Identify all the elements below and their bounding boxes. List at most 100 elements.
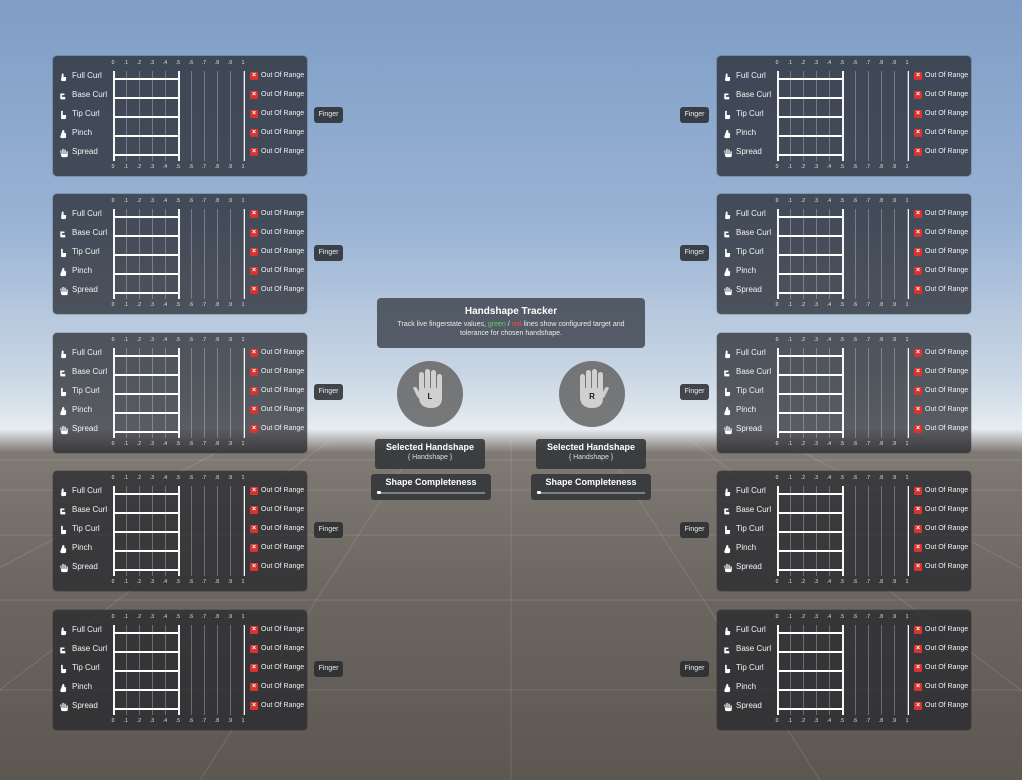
tick-label: .5 bbox=[175, 302, 181, 308]
hand-base-curl-icon bbox=[724, 647, 730, 654]
hand-base-curl-icon bbox=[60, 231, 66, 238]
close-x-icon: × bbox=[914, 626, 922, 634]
tick-label: .5 bbox=[839, 475, 845, 481]
axis-ticks-bottom: 0 .1 .2 .3 .4 .5 .6 .7 .8 .9 1 bbox=[775, 441, 909, 451]
hand-spread-icon bbox=[724, 148, 732, 158]
value-bar bbox=[777, 632, 842, 634]
tick-label: .1 bbox=[123, 614, 129, 620]
tick-label: .2 bbox=[136, 475, 142, 481]
finger-row-full-curl: Full Curl × Out Of Range bbox=[717, 483, 971, 501]
finger-row-pinch: Pinch × Out Of Range bbox=[53, 263, 307, 281]
value-bar bbox=[777, 355, 842, 357]
value-bar bbox=[777, 273, 842, 275]
hand-tip-curl-icon bbox=[725, 248, 731, 258]
row-label: Tip Curl bbox=[72, 386, 100, 395]
close-x-icon: × bbox=[250, 349, 258, 357]
tick-label: 1 bbox=[241, 198, 245, 204]
finger-row-spread: Spread × Out Of Range bbox=[53, 282, 307, 300]
value-bar bbox=[777, 393, 842, 395]
left-finger-button-4[interactable]: Finger bbox=[314, 522, 343, 538]
row-status: Out Of Range bbox=[261, 505, 305, 513]
left-selected-handshape[interactable]: Selected Handshape { Handshape } bbox=[375, 439, 485, 469]
finger-row-pinch: Pinch × Out Of Range bbox=[53, 679, 307, 697]
right-finger-button-1[interactable]: Finger bbox=[680, 107, 709, 123]
close-x-icon: × bbox=[914, 487, 922, 495]
left-finger-button-5[interactable]: Finger bbox=[314, 661, 343, 677]
tick-label: .4 bbox=[162, 614, 168, 620]
row-label: Tip Curl bbox=[72, 109, 100, 118]
finger-row-base-curl: Base Curl × Out Of Range bbox=[53, 502, 307, 520]
axis-ticks-bottom: 0 .1 .2 .3 .4 .5 .6 .7 .8 .9 1 bbox=[112, 718, 245, 728]
right-hand-button[interactable]: R bbox=[559, 361, 625, 427]
tick-label: .6 bbox=[188, 475, 194, 481]
finger-row-pinch: Pinch × Out Of Range bbox=[53, 125, 307, 143]
tick-label: .3 bbox=[149, 198, 155, 204]
value-bar bbox=[113, 216, 178, 218]
tick-label: .6 bbox=[852, 302, 858, 308]
tick-label: 0 bbox=[111, 337, 115, 343]
tick-label: .3 bbox=[813, 302, 819, 308]
finger-row-pinch: Pinch × Out Of Range bbox=[717, 402, 971, 420]
right-finger-button-3[interactable]: Finger bbox=[680, 384, 709, 400]
value-bar bbox=[777, 493, 842, 495]
tick-label: .6 bbox=[188, 302, 194, 308]
right-finger-button-5[interactable]: Finger bbox=[680, 661, 709, 677]
tick-label: .8 bbox=[878, 441, 884, 447]
close-x-icon: × bbox=[250, 563, 258, 571]
left-finger-button-2[interactable]: Finger bbox=[314, 245, 343, 261]
left-hand-button[interactable]: L bbox=[397, 361, 463, 427]
hand-spread-icon bbox=[60, 702, 68, 712]
tick-label: .5 bbox=[175, 441, 181, 447]
row-label: Pinch bbox=[72, 682, 93, 691]
tick-label: .4 bbox=[162, 302, 168, 308]
row-status: Out Of Range bbox=[925, 367, 969, 375]
row-status: Out Of Range bbox=[261, 486, 305, 494]
value-bar bbox=[777, 154, 842, 156]
left-finger-button-1[interactable]: Finger bbox=[314, 107, 343, 123]
tick-label: 0 bbox=[775, 60, 779, 66]
tick-label: .8 bbox=[214, 579, 220, 585]
tick-label: 1 bbox=[905, 302, 909, 308]
tick-label: .9 bbox=[891, 614, 897, 620]
tick-label: .1 bbox=[787, 475, 793, 481]
row-label: Base Curl bbox=[72, 505, 108, 514]
value-bar bbox=[113, 512, 178, 514]
right-hand-letter: R bbox=[589, 392, 595, 401]
value-bar bbox=[113, 412, 178, 414]
value-bar bbox=[113, 355, 178, 357]
right-finger-button-2[interactable]: Finger bbox=[680, 245, 709, 261]
hand-full-curl-icon bbox=[725, 627, 731, 636]
tick-label: 1 bbox=[905, 718, 909, 724]
tick-label: .8 bbox=[878, 579, 884, 585]
right-selected-handshape[interactable]: Selected Handshape { Handshape } bbox=[536, 439, 646, 469]
value-bar bbox=[113, 116, 178, 118]
tick-label: 0 bbox=[775, 441, 779, 447]
hand-full-curl-icon bbox=[725, 488, 731, 497]
tick-label: .7 bbox=[865, 579, 871, 585]
close-x-icon: × bbox=[914, 683, 922, 691]
close-x-icon: × bbox=[914, 645, 922, 653]
tick-label: .1 bbox=[123, 198, 129, 204]
tick-label: .4 bbox=[826, 441, 832, 447]
tick-label: 0 bbox=[111, 579, 115, 585]
tick-label: .7 bbox=[865, 198, 871, 204]
value-bar bbox=[113, 670, 178, 672]
tick-label: .5 bbox=[839, 164, 845, 170]
hand-base-curl-icon bbox=[60, 508, 66, 515]
value-bar bbox=[113, 97, 178, 99]
close-x-icon: × bbox=[250, 229, 258, 237]
row-label: Spread bbox=[72, 424, 98, 433]
right-finger-button-4[interactable]: Finger bbox=[680, 522, 709, 538]
hand-spread-icon bbox=[724, 702, 732, 712]
tick-label: .7 bbox=[865, 164, 871, 170]
tick-label: .4 bbox=[162, 579, 168, 585]
right-selected-label: Selected Handshape bbox=[546, 442, 636, 452]
value-bar bbox=[777, 550, 842, 552]
row-label: Tip Curl bbox=[736, 247, 764, 256]
value-bar bbox=[113, 154, 178, 156]
left-finger-button-3[interactable]: Finger bbox=[314, 384, 343, 400]
value-bar bbox=[113, 651, 178, 653]
tick-label: .9 bbox=[227, 441, 233, 447]
row-label: Full Curl bbox=[736, 348, 766, 357]
tick-label: .3 bbox=[149, 614, 155, 620]
